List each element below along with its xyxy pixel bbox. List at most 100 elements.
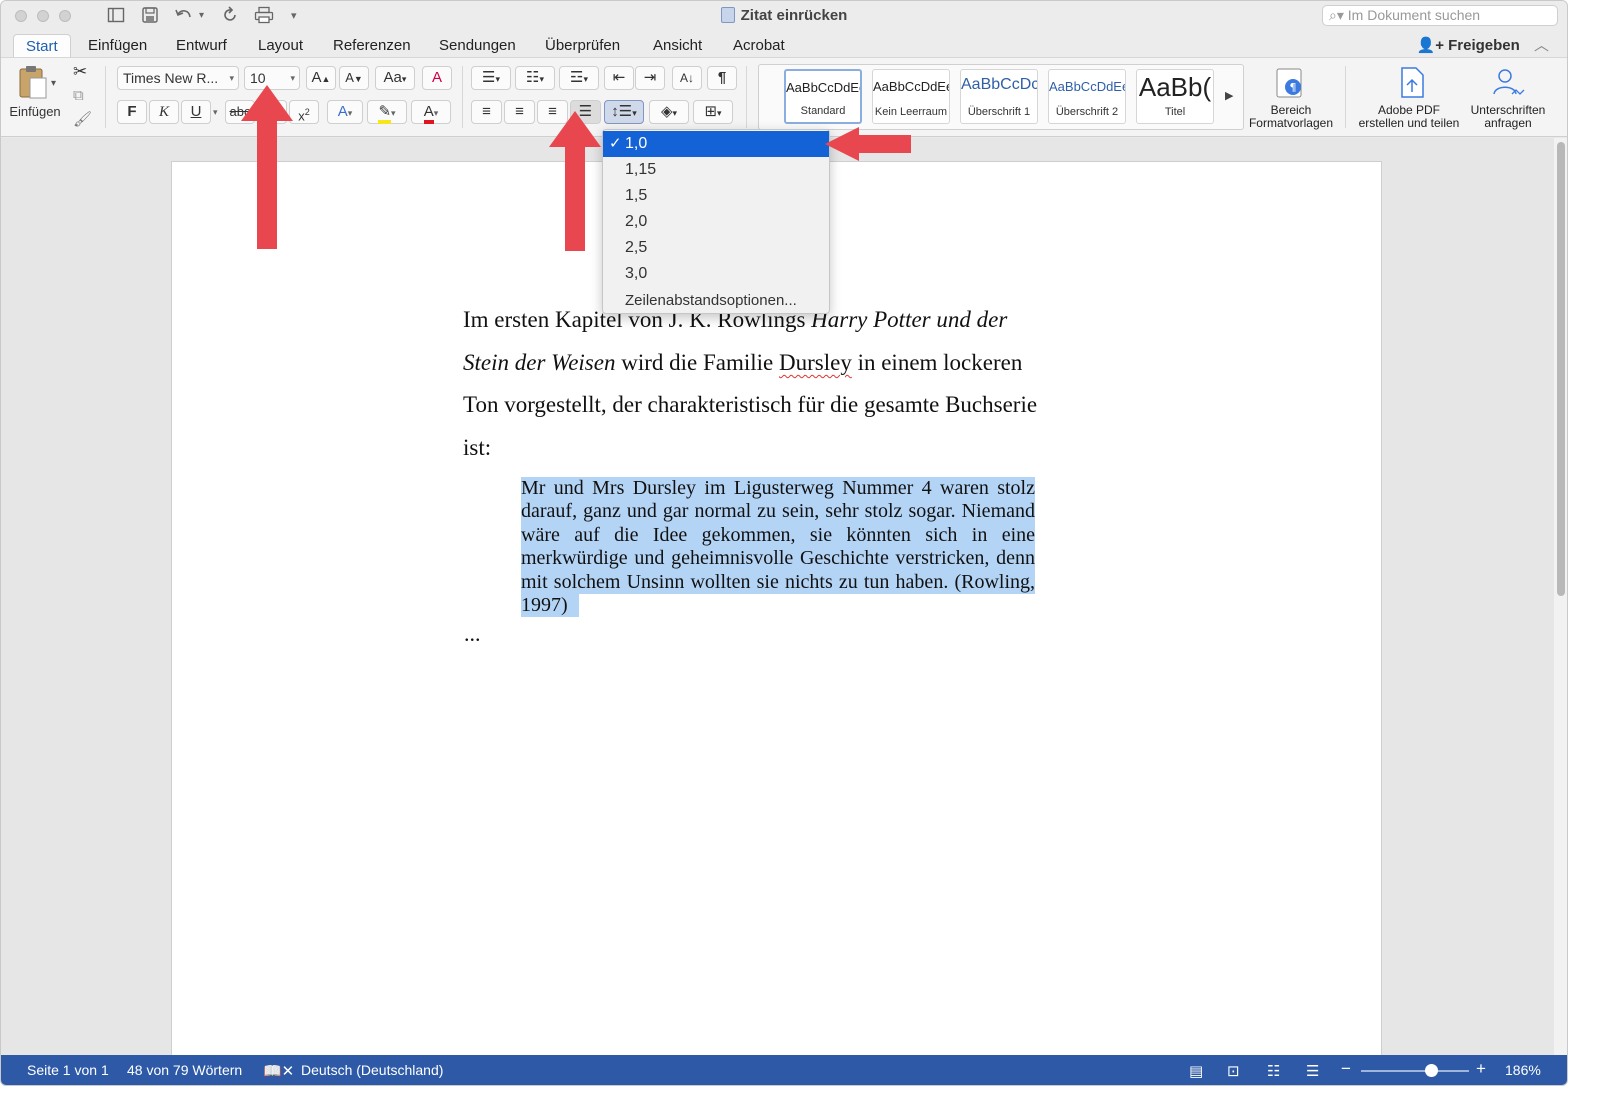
adobe-pdf-icon[interactable] [1395, 66, 1429, 100]
tab-ansicht[interactable]: Ansicht [641, 34, 714, 57]
signature-request-button[interactable]: Unterschriften anfragen [1461, 104, 1555, 130]
undo-icon[interactable] [174, 6, 194, 26]
redo-icon[interactable] [221, 6, 239, 26]
style-standard[interactable]: AaBbCcDdEe Standard [784, 69, 862, 124]
signature-request-icon[interactable] [1489, 66, 1527, 100]
zoom-level[interactable]: 186% [1505, 1062, 1541, 1078]
change-case-button[interactable]: Aa▾ [375, 66, 415, 90]
share-label: Freigeben [1448, 37, 1520, 54]
tab-layout[interactable]: Layout [246, 34, 315, 57]
status-bar: Seite 1 von 1 48 von 79 Wörtern 📖✕ Deuts… [1, 1055, 1567, 1085]
tab-start[interactable]: Start [13, 34, 71, 57]
body-paragraph-line-3[interactable]: Ton vorgestellt, der charakteristisch fü… [463, 392, 1083, 418]
draft-view-icon[interactable]: ☰ [1306, 1062, 1319, 1080]
numbering-button[interactable]: ☷▾ [515, 66, 555, 90]
sort-button[interactable]: A↓ [672, 66, 702, 90]
undo-dropdown-icon[interactable]: ▾ [199, 6, 204, 26]
minimize-window-button[interactable] [37, 10, 49, 22]
collapse-ribbon-icon[interactable]: ︿ [1534, 37, 1549, 54]
menu-item-spacing-2-5[interactable]: 2,5 [603, 235, 829, 261]
line-spacing-menu: ✓ 1,0 1,15 1,5 2,0 2,5 3,0 Zeilenabstands… [602, 129, 830, 314]
styles-pane-icon[interactable]: ¶ [1273, 66, 1307, 100]
save-icon[interactable] [141, 6, 159, 26]
scrollbar-thumb[interactable] [1557, 142, 1565, 596]
shrink-font-button[interactable]: A▼ [339, 66, 369, 90]
style-titel[interactable]: AaBb( Titel [1136, 69, 1214, 124]
page-count[interactable]: Seite 1 von 1 [27, 1062, 109, 1078]
clear-formatting-button[interactable]: A [422, 66, 452, 90]
underline-button[interactable]: U [181, 100, 211, 124]
cut-icon[interactable]: ✂ [73, 62, 87, 82]
zoom-slider-thumb[interactable] [1425, 1064, 1439, 1077]
style-ueberschrift-1[interactable]: AaBbCcDc Überschrift 1 [960, 69, 1038, 124]
proofing-icon[interactable]: 📖✕ [263, 1062, 294, 1080]
zoom-window-button[interactable] [59, 10, 71, 22]
align-left-button[interactable]: ≡ [471, 100, 502, 124]
format-painter-icon[interactable]: 🖌 [73, 110, 92, 130]
paste-icon[interactable] [13, 64, 53, 100]
sidebar-toggle-icon[interactable] [107, 6, 125, 26]
adobe-pdf-button[interactable]: Adobe PDF erstellen und teilen [1351, 104, 1467, 130]
customize-toolbar-icon[interactable]: ▾ [291, 6, 297, 26]
line-spacing-button[interactable]: ↕☰▾ [604, 100, 644, 124]
decrease-indent-button[interactable]: ⇤ [604, 66, 634, 90]
menu-item-line-spacing-options[interactable]: Zeilenabstandsoptionen... [603, 288, 829, 314]
italic-button[interactable]: K [149, 100, 179, 124]
menu-item-spacing-2-0[interactable]: 2,0 [603, 209, 829, 235]
shading-button[interactable]: ◈▾ [649, 100, 689, 124]
styles-pane-button[interactable]: Bereich Formatvorlagen [1241, 104, 1341, 130]
increase-indent-button[interactable]: ⇥ [635, 66, 665, 90]
word-count[interactable]: 48 von 79 Wörtern [127, 1062, 242, 1078]
style-kein-leerraum[interactable]: AaBbCcDdEe Kein Leerraum [872, 69, 950, 124]
align-center-button[interactable]: ≡ [504, 100, 535, 124]
tab-ueberpruefen[interactable]: Überprüfen [533, 34, 632, 57]
selected-block-quote[interactable]: Mr und Mrs Dursley im Ligusterweg Nummer… [521, 477, 1035, 618]
style-sample: AaBbCcDdEe [1049, 79, 1125, 94]
menu-item-spacing-3-0[interactable]: 3,0 [603, 261, 829, 287]
adobe-pdf-label-2: erstellen und teilen [1358, 116, 1460, 130]
style-caption: Standard [800, 105, 846, 117]
tab-einfuegen[interactable]: Einfügen [76, 34, 159, 57]
menu-item-spacing-1-0[interactable]: ✓ 1,0 [603, 131, 829, 157]
bold-button[interactable]: F [117, 100, 147, 124]
bullets-button[interactable]: ☰▾ [471, 66, 511, 90]
signature-label-1: Unterschriften [1470, 103, 1546, 117]
print-layout-icon[interactable]: ▤ [1189, 1062, 1203, 1080]
tab-acrobat[interactable]: Acrobat [721, 34, 797, 57]
share-button[interactable]: 👤+ Freigeben ︿ [1417, 34, 1549, 55]
document-search-input[interactable]: ⌕▾ Im Dokument suchen [1322, 5, 1558, 26]
style-sample: AaBb( [1138, 72, 1212, 102]
font-name-select[interactable]: Times New R... ▾ [117, 66, 239, 90]
font-color-button[interactable]: A▾ [411, 100, 451, 124]
menu-item-spacing-1-15[interactable]: 1,15 [603, 157, 829, 183]
copy-icon[interactable]: ⧉ [73, 86, 84, 106]
style-ueberschrift-2[interactable]: AaBbCcDdEe Überschrift 2 [1048, 69, 1126, 124]
print-icon[interactable] [254, 6, 274, 26]
underline-dropdown-icon[interactable]: ▾ [213, 102, 218, 122]
styles-more-icon[interactable]: ▶ [1225, 86, 1233, 106]
tab-entwurf[interactable]: Entwurf [164, 34, 239, 57]
zoom-out-button[interactable]: − [1341, 1059, 1351, 1079]
styles-pane-label-2: Formatvorlagen [1248, 116, 1334, 130]
zoom-slider[interactable] [1361, 1064, 1469, 1077]
web-layout-icon[interactable]: ⊡ [1227, 1062, 1240, 1080]
outline-view-icon[interactable]: ☷ [1267, 1062, 1280, 1080]
menu-item-spacing-1-5[interactable]: 1,5 [603, 183, 829, 209]
tab-sendungen[interactable]: Sendungen [427, 34, 528, 57]
borders-button[interactable]: ⊞▾ [693, 100, 733, 124]
divider [746, 66, 747, 128]
body-paragraph-line-2[interactable]: Stein der Weisen wird die Familie Dursle… [463, 350, 1083, 376]
ellipsis-text[interactable]: ... [464, 621, 481, 647]
show-marks-button[interactable]: ¶ [707, 66, 737, 90]
body-paragraph-line-4[interactable]: ist: [463, 435, 1083, 461]
language-indicator[interactable]: Deutsch (Deutschland) [301, 1062, 443, 1078]
zoom-in-button[interactable]: + [1476, 1059, 1486, 1079]
highlight-button[interactable]: ✎▾ [367, 100, 407, 124]
grow-font-button[interactable]: A▲ [306, 66, 336, 90]
body-text: in einem lockeren [851, 350, 1023, 375]
text-effects-button[interactable]: A▾ [327, 100, 363, 124]
paste-dropdown-icon[interactable]: ▾ [51, 74, 56, 94]
close-window-button[interactable] [15, 10, 27, 22]
multilevel-list-button[interactable]: ☲▾ [559, 66, 599, 90]
tab-referenzen[interactable]: Referenzen [321, 34, 423, 57]
